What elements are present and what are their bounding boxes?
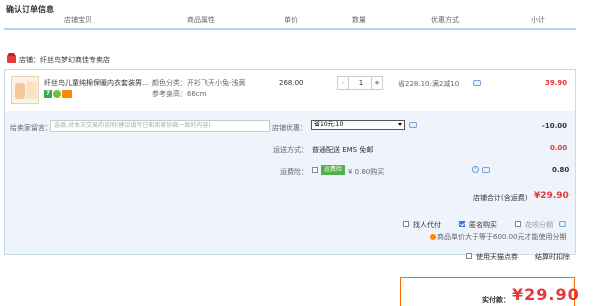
insurance-info-icon[interactable] [482, 167, 490, 173]
col-header-items: 店铺宝贝 [64, 16, 92, 24]
shop-promo-selected: 省10元:10 [314, 121, 344, 128]
tmall-coupon-checkbox[interactable] [466, 253, 472, 259]
shipping-value: 0.00 [550, 144, 568, 152]
help-icon[interactable]: ? [472, 166, 479, 173]
promo-info-icon[interactable] [473, 80, 481, 86]
product-badges: 7 [44, 90, 73, 98]
item-subtotal: 39.90 [545, 79, 568, 87]
huabei-checkbox[interactable] [515, 221, 521, 227]
qty-increase-button[interactable]: + [371, 77, 382, 89]
order-item-row [5, 70, 575, 110]
product-thumbnail[interactable] [11, 76, 39, 104]
attr-height: 参考身高：66cm [152, 90, 207, 98]
chevron-down-icon [398, 123, 402, 126]
shop-total-label: 店铺合计(含运费) [473, 194, 528, 202]
page-title: 确认订单信息 [6, 5, 54, 14]
settle-deduct-label: 结算时扣除 [535, 253, 570, 261]
unit-price: 268.00 [279, 79, 304, 87]
item-promo-text: 省228.10:满2减10 [398, 80, 460, 88]
insurance-price: ¥ 0.80购买 [348, 168, 385, 176]
anonymous-label[interactable]: 匿名购买 [469, 220, 497, 230]
attr-color: 颜色分类：开衫飞天小兔-浅黄 [152, 79, 246, 87]
seller-message-input[interactable]: 选填:对本次交易的说明(建议填写已和卖家协商一致的内容) [50, 120, 270, 132]
agent-pay-label[interactable]: 找人代付 [413, 220, 441, 230]
huabei-info-icon[interactable] [559, 221, 566, 227]
qty-decrease-button[interactable]: - [338, 77, 349, 89]
final-payment-label: 实付款： [482, 296, 510, 304]
col-header-attrs: 商品属性 [187, 16, 215, 24]
shop-link[interactable]: 纤丝鸟梦幻商佳专卖店 [40, 56, 110, 64]
shop-promo-value: -10.00 [542, 122, 568, 130]
shop-promo-info-icon[interactable] [409, 122, 417, 128]
message-label: 给卖家留言： [10, 124, 52, 132]
insurance-value: 0.80 [552, 166, 570, 174]
agent-pay-checkbox[interactable] [403, 221, 409, 227]
guarantee-icon [53, 90, 61, 98]
col-header-subtotal: 小计 [531, 16, 545, 24]
shop-total-value: ¥29.90 [534, 191, 569, 201]
quantity-stepper: - 1 + [337, 76, 383, 90]
col-header-qty: 数量 [352, 16, 366, 24]
item-promo: 省228.10:满2减10 [398, 79, 459, 89]
tmall-coupon-label[interactable]: 使用天猫点券 [476, 252, 518, 262]
insurance-label: 运费险： [280, 168, 308, 176]
final-payment-value: ¥29.90 [512, 285, 580, 304]
header-divider [4, 28, 576, 30]
quantity-input[interactable]: 1 [350, 77, 372, 89]
shop-promo-label: 店铺优惠： [272, 124, 307, 132]
installment-warning: 商品单价大于等于600.00元才能使用分期 [437, 233, 567, 241]
anonymous-checkbox[interactable] [459, 221, 465, 227]
huabei-label[interactable]: 花呗分期 [525, 220, 553, 230]
promo-tag-icon [62, 90, 72, 98]
shop-name[interactable]: 店铺：纤丝鸟梦幻商佳专卖店 [19, 55, 110, 65]
seven-day-return-icon: 7 [44, 90, 52, 98]
product-name-link[interactable]: 纤丝鸟儿童纯棉保暖内衣套装男… [44, 78, 150, 88]
insurance-badge: 运费险 [321, 165, 345, 175]
col-header-promo: 优惠方式 [431, 16, 459, 24]
col-header-price: 单价 [284, 16, 298, 24]
shop-label: 店铺： [19, 56, 40, 64]
shipping-label: 运送方式： [273, 146, 308, 154]
shipping-method: 普通配送 EMS 免邮 [312, 146, 374, 154]
insurance-checkbox[interactable] [312, 167, 318, 173]
product-attributes: 颜色分类：开衫飞天小兔-浅黄 参考身高：66cm [152, 78, 246, 100]
shop-icon [7, 53, 16, 63]
shop-promo-select[interactable]: 省10元:10 [311, 120, 405, 130]
warning-icon [430, 234, 436, 240]
